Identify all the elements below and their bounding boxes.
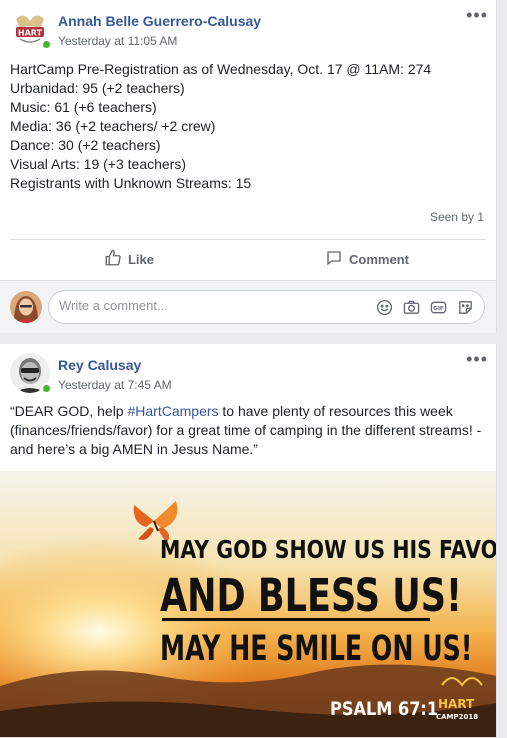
post-actions: Like Comment [10,240,486,278]
like-button[interactable]: Like [10,240,248,278]
comment-input[interactable] [59,298,349,313]
author-name[interactable]: Rey Calusay [58,357,141,373]
seen-by-count[interactable]: Seen by 1 [430,210,484,224]
online-status-indicator [41,39,52,50]
post-card: Rey Calusay Yesterday at 7:45 AM ••• “DE… [0,344,497,738]
post-line: HartCamp Pre-Registration as of Wednesda… [10,61,432,77]
like-label: Like [127,251,154,267]
more-options-icon[interactable]: ••• [466,350,488,368]
image-caption-line: May He smile on us! [160,629,473,669]
speech-bubble-icon [325,249,343,270]
svg-text:GIF: GIF [433,306,444,312]
comment-composer: GIF [0,280,496,333]
user-avatar[interactable] [10,291,42,323]
comment-input-box[interactable]: GIF [48,290,485,324]
smiley-icon[interactable] [375,298,393,316]
scripture-reference: PSALM 67:1 [330,698,439,720]
gif-icon[interactable]: GIF [429,298,447,316]
logo-subtext: CAMP2018 [436,713,479,721]
image-caption-line: And bless us! [160,569,462,622]
post-line: Visual Arts: 19 (+3 teachers) [10,156,186,172]
post-timestamp[interactable]: Yesterday at 11:05 AM [58,34,177,48]
image-rule [162,618,430,621]
post-line: Music: 61 (+6 teachers) [10,99,157,115]
more-options-icon[interactable]: ••• [466,6,488,24]
sticker-icon[interactable] [456,298,474,316]
post-text-start: “DEAR GOD, help [10,403,128,419]
post-line: Media: 36 (+2 teachers/ +2 crew) [10,118,216,134]
thumbs-up-icon [104,249,122,270]
svg-text:HART: HART [18,29,43,38]
post-header: Rey Calusay Yesterday at 7:45 AM ••• [0,344,496,402]
post-text: “DEAR GOD, help #HartCampers to have ple… [10,402,490,459]
post-header: HART Annah Belle Guerrero-Calusay Yester… [0,0,496,58]
comment-tools: GIF [375,298,474,316]
online-status-indicator [41,383,52,394]
comment-button[interactable]: Comment [248,240,486,278]
author-name[interactable]: Annah Belle Guerrero-Calusay [58,13,261,29]
post-timestamp[interactable]: Yesterday at 7:45 AM [58,378,172,392]
comment-label: Comment [349,251,409,267]
post-line: Dance: 30 (+2 teachers) [10,137,161,153]
post-line: Registrants with Unknown Streams: 15 [10,175,252,191]
camera-icon[interactable] [402,298,420,316]
logo-text: HART [438,697,475,711]
post-text: HartCamp Pre-Registration as of Wednesda… [10,60,431,193]
post-card: HART Annah Belle Guerrero-Calusay Yester… [0,0,497,333]
post-line: Urbanidad: 95 (+2 teachers) [10,80,185,96]
post-image[interactable]: May God show us His favor And bless us! … [0,471,497,737]
hashtag-link[interactable]: #HartCampers [127,403,218,419]
image-caption-line: May God show us His favor [160,535,497,564]
